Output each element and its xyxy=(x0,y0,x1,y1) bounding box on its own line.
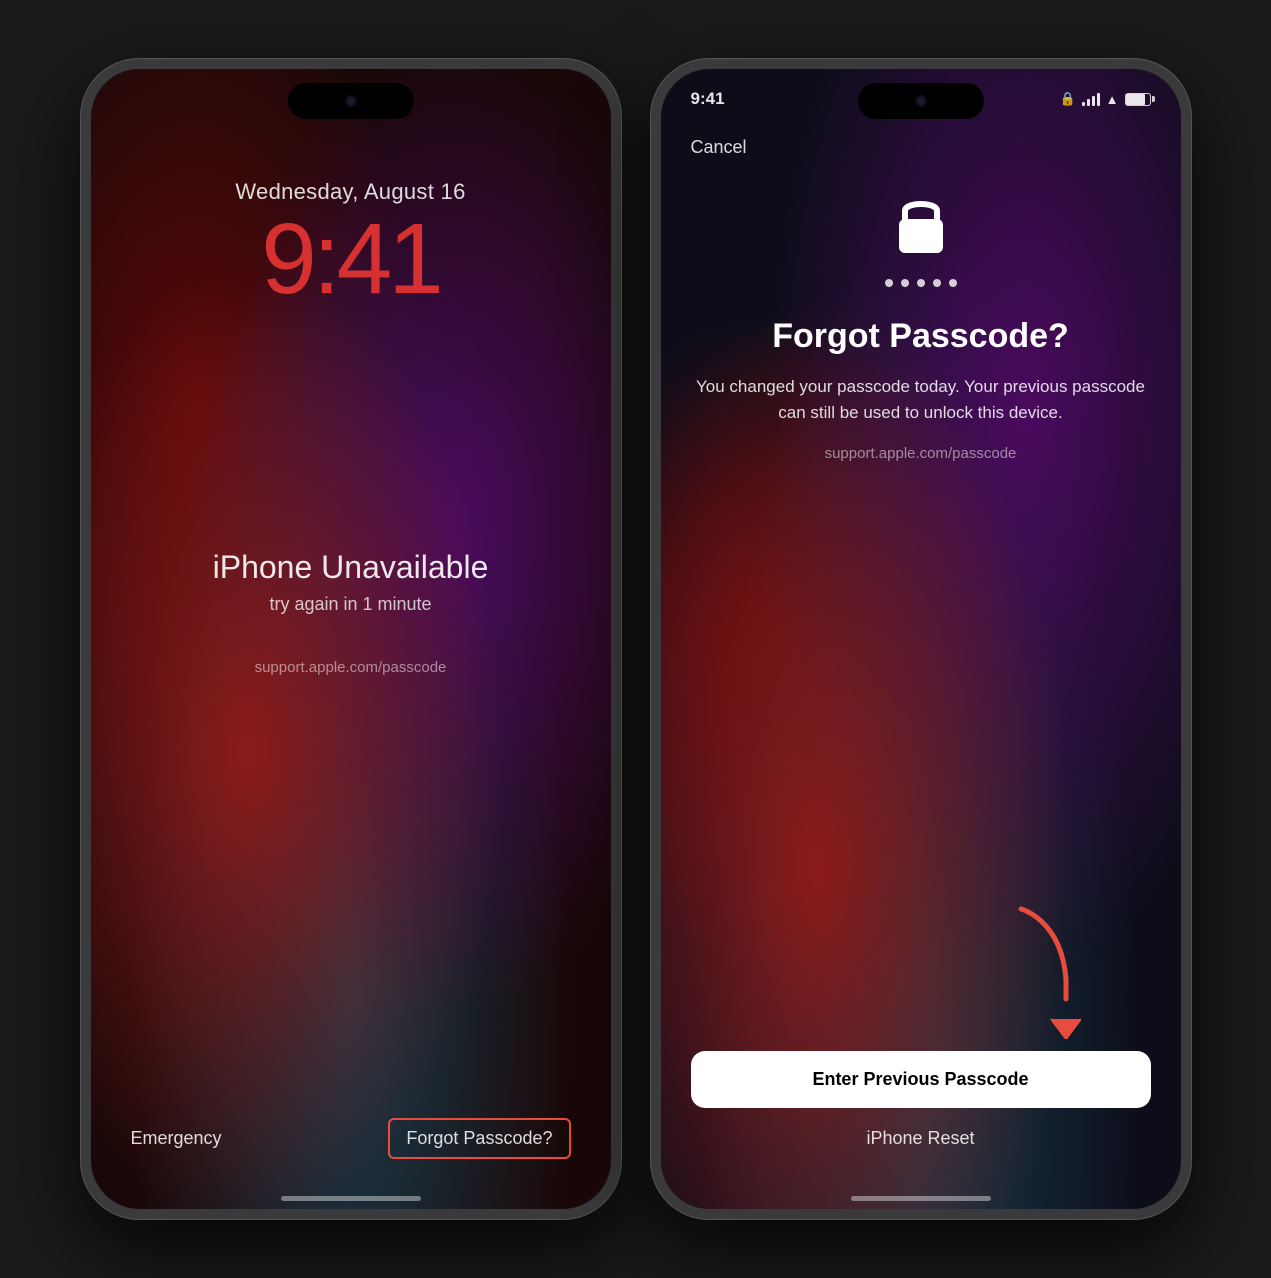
battery-fill xyxy=(1126,94,1145,105)
signal-bar-2 xyxy=(1087,99,1090,106)
phone-2-frame: 9:41 🔒 ▲ Cancel xyxy=(651,59,1191,1219)
unavailable-section: iPhone Unavailable try again in 1 minute xyxy=(91,549,611,615)
iphone-reset-button[interactable]: iPhone Reset xyxy=(866,1128,974,1149)
forgot-passcode-button[interactable]: Forgot Passcode? xyxy=(388,1118,570,1159)
forgot-passcode-description: You changed your passcode today. Your pr… xyxy=(691,374,1151,425)
status-time: 9:41 xyxy=(691,89,725,109)
unavailable-subtitle: try again in 1 minute xyxy=(91,594,611,615)
lock-dot-2 xyxy=(901,279,909,287)
forgot-passcode-title: Forgot Passcode? xyxy=(772,317,1069,356)
dynamic-island-1 xyxy=(288,83,414,119)
side-button-right xyxy=(619,269,621,369)
signal-bars xyxy=(1082,92,1100,106)
front-camera xyxy=(345,95,357,107)
status-icons: 🔒 ▲ xyxy=(1059,91,1150,107)
front-camera-2 xyxy=(915,95,927,107)
emergency-button[interactable]: Emergency xyxy=(131,1128,222,1149)
phone-1: 🔒 Wednesday, August 16 9:41 iPhone Unava… xyxy=(81,59,621,1219)
lock-dot-5 xyxy=(949,279,957,287)
lock-screen-time: 9:41 xyxy=(91,209,611,309)
dynamic-island-2 xyxy=(858,83,984,119)
lock-dots xyxy=(885,279,957,287)
phone-2-screen: 9:41 🔒 ▲ Cancel xyxy=(661,69,1181,1209)
unavailable-title: iPhone Unavailable xyxy=(91,549,611,586)
home-indicator-2 xyxy=(851,1196,991,1201)
support-link-2: support.apple.com/passcode xyxy=(825,445,1017,462)
forgot-passcode-content: Forgot Passcode? You changed your passco… xyxy=(661,189,1181,502)
lock-icon-large xyxy=(891,189,951,273)
lock-dot-4 xyxy=(933,279,941,287)
side-button-right-2 xyxy=(1189,269,1191,369)
lock-screen-date: Wednesday, August 16 xyxy=(91,179,611,205)
red-arrow xyxy=(1001,899,1081,1044)
home-indicator-1 xyxy=(281,1196,421,1201)
status-lock-icon: 🔒 xyxy=(1059,91,1075,107)
phone-2: 9:41 🔒 ▲ Cancel xyxy=(651,59,1191,1219)
lock-dot-3 xyxy=(917,279,925,287)
lock-dot-1 xyxy=(885,279,893,287)
signal-bar-4 xyxy=(1097,93,1100,106)
phone-1-frame: 🔒 Wednesday, August 16 9:41 iPhone Unava… xyxy=(81,59,621,1219)
signal-bar-3 xyxy=(1092,96,1095,106)
battery-icon xyxy=(1125,93,1151,106)
bottom-bar-1: Emergency Forgot Passcode? xyxy=(91,1118,611,1159)
signal-bar-1 xyxy=(1082,102,1085,106)
enter-previous-passcode-button[interactable]: Enter Previous Passcode xyxy=(691,1051,1151,1108)
cancel-button[interactable]: Cancel xyxy=(691,137,747,158)
phone-1-screen: 🔒 Wednesday, August 16 9:41 iPhone Unava… xyxy=(91,69,611,1209)
wifi-icon: ▲ xyxy=(1106,92,1119,107)
bottom-buttons: Enter Previous Passcode iPhone Reset xyxy=(661,1051,1181,1149)
support-link-1: support.apple.com/passcode xyxy=(91,659,611,676)
